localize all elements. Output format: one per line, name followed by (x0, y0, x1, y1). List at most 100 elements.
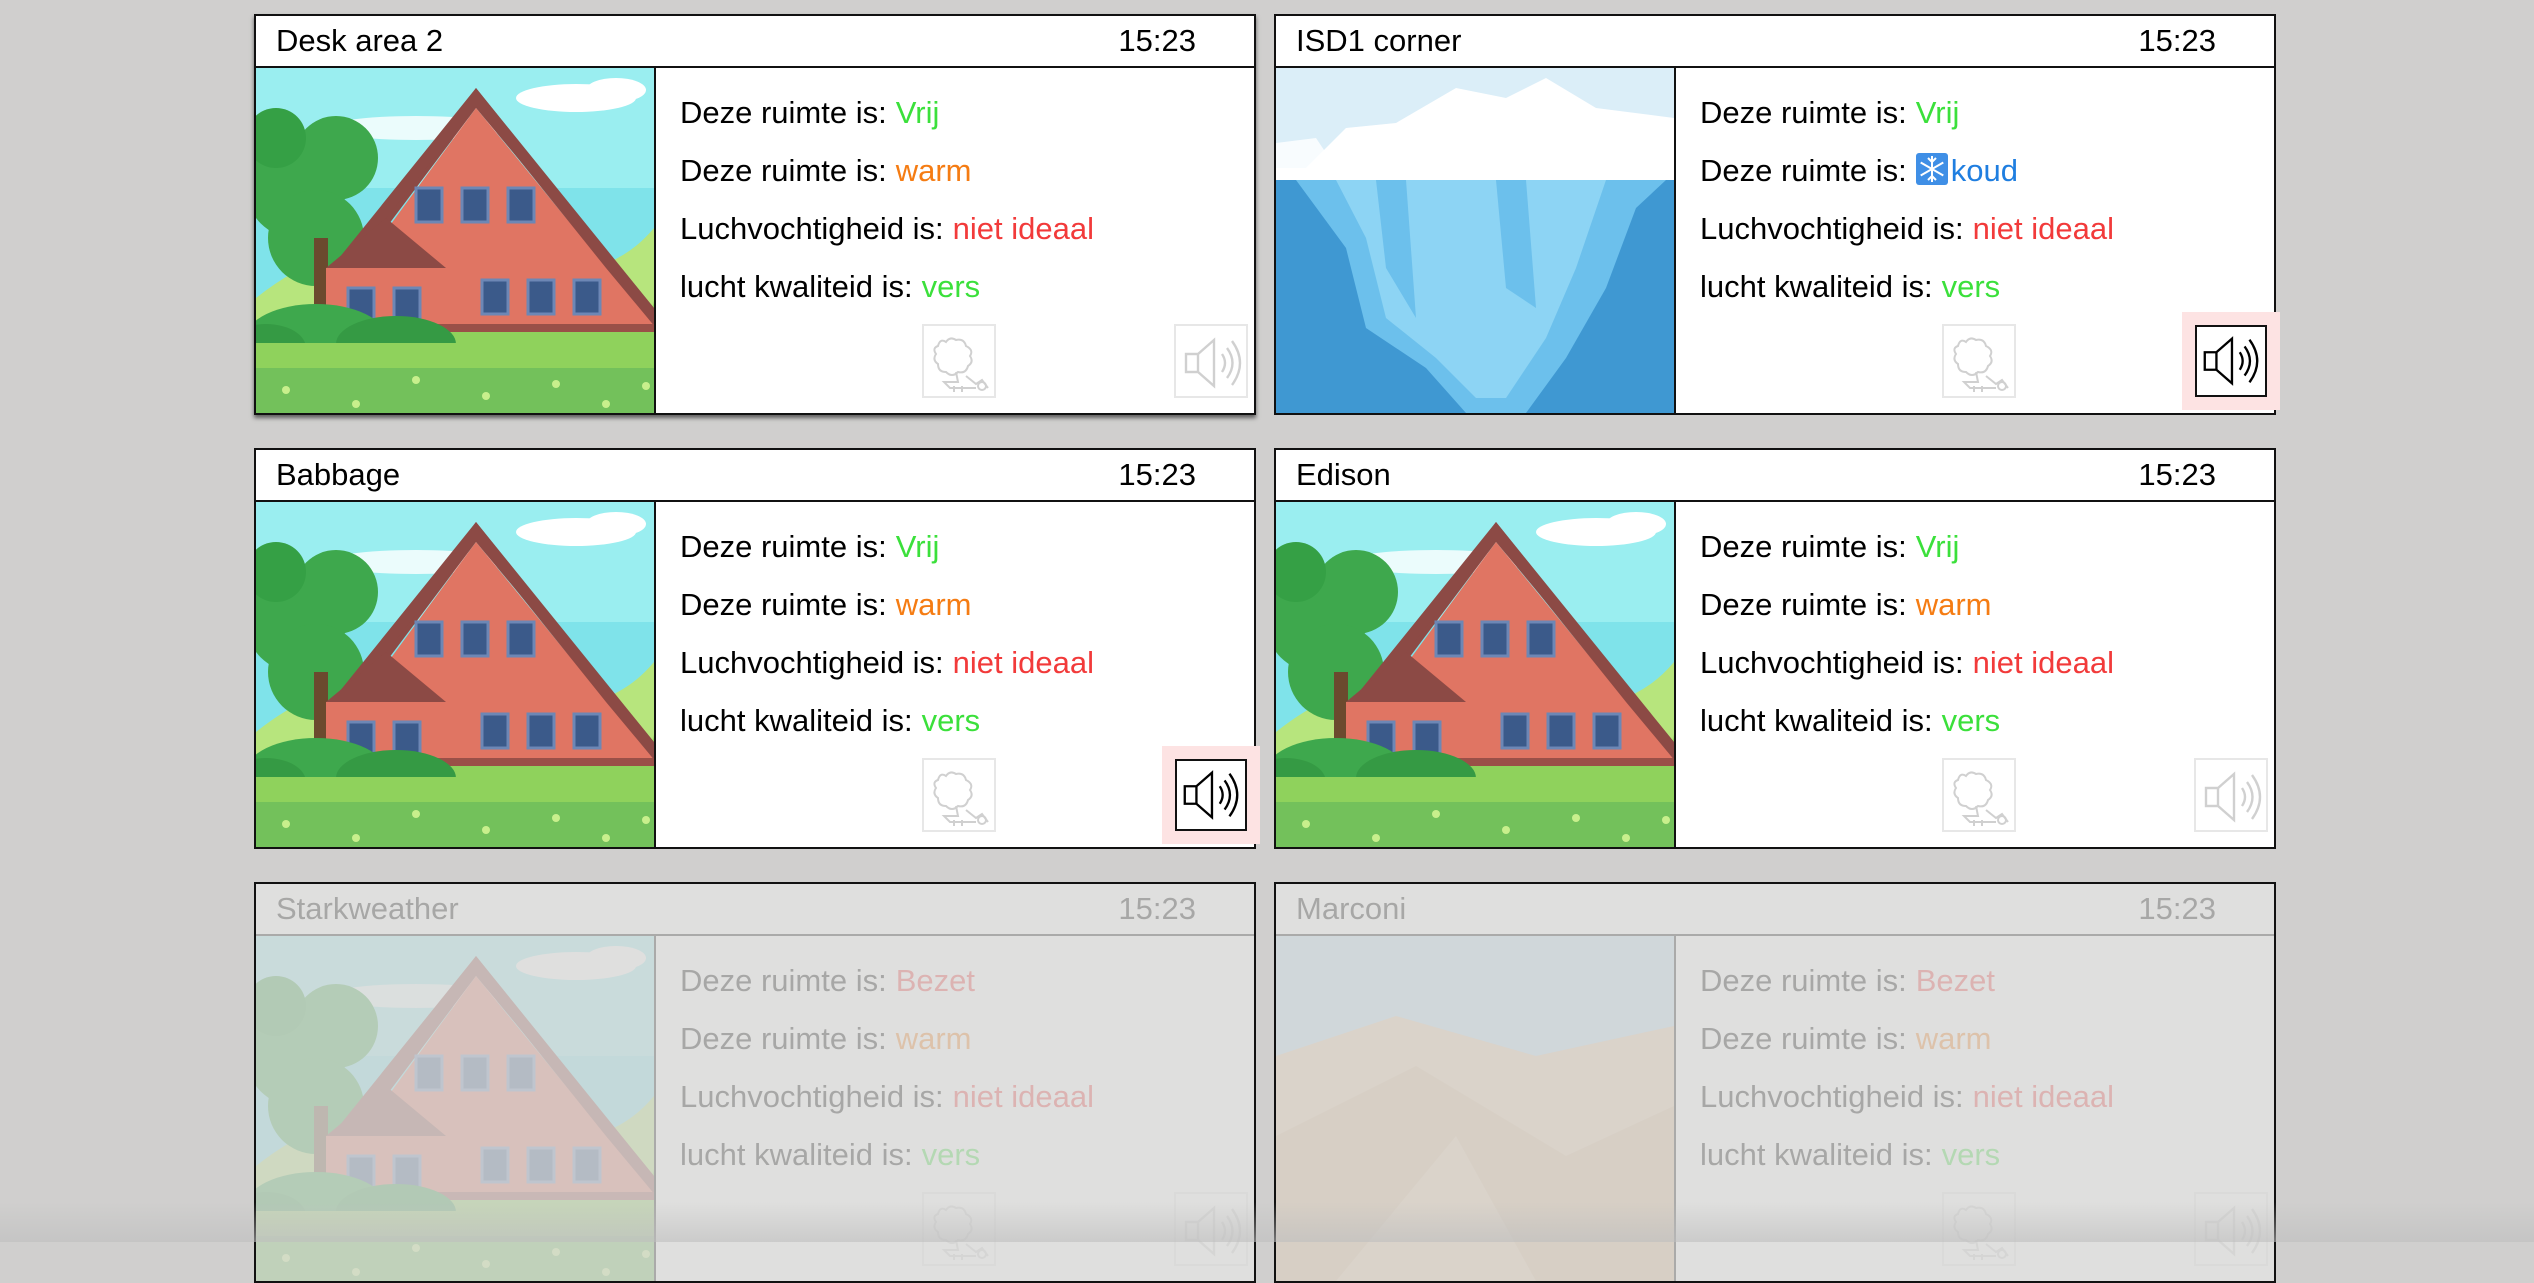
sound-button[interactable] (2194, 758, 2268, 832)
cleaning-button[interactable] (1942, 324, 2016, 398)
status-value: vers (921, 703, 981, 738)
status-line: Luchvochtigheid is: niet ideaal (680, 644, 1094, 702)
status-line: Deze ruimte is: warm (1700, 586, 2114, 644)
sound-button[interactable] (2182, 312, 2280, 410)
status-line: lucht kwaliteid is: vers (680, 268, 1094, 326)
cleaning-button[interactable] (1942, 758, 2016, 832)
cleaning-robot-icon (924, 326, 998, 400)
house-illustration (1276, 502, 1676, 847)
status-line: Luchvochtigheid is: niet ideaal (1700, 210, 2114, 268)
room-title: Starkweather (276, 891, 459, 926)
status-label: Luchvochtigheid is: (1700, 645, 1964, 680)
status-label: Deze ruimte is: (680, 587, 887, 622)
status-line: Deze ruimte is: Vrij (680, 528, 1094, 586)
status-value: Vrij (1915, 95, 1960, 130)
status-label: Deze ruimte is: (1700, 95, 1907, 130)
status-value: vers (1941, 1137, 2001, 1172)
status-label: Deze ruimte is: (680, 529, 887, 564)
house-illustration (256, 68, 656, 413)
status-value: Bezet (1915, 963, 1996, 998)
room-status: Deze ruimte is: Bezet Deze ruimte is: warm L… (1700, 962, 2114, 1194)
status-line: lucht kwaliteid is: vers (1700, 1136, 2114, 1194)
status-value: niet ideaal (952, 645, 1095, 680)
speaker-icon (2195, 325, 2267, 397)
room-status: Deze ruimte is: Vrij Deze ruimte is: warm Lu… (1700, 528, 2114, 760)
card-header: Edison 15:23 (1276, 450, 2274, 502)
status-value: Bezet (895, 963, 976, 998)
status-label: Deze ruimte is: (680, 95, 887, 130)
room-card-isd1-corner[interactable]: ISD1 corner 15:23 Deze ruimte is: Vrij Deze … (1274, 14, 2280, 415)
speaker-icon (1176, 326, 1250, 400)
room-time: 15:23 (2138, 891, 2216, 926)
status-label: Luchvochtigheid is: (1700, 1079, 1964, 1114)
room-title: ISD1 corner (1296, 23, 1462, 58)
status-value: Vrij (895, 529, 940, 564)
status-line: Deze ruimte is: warm (680, 1020, 1094, 1078)
room-card-babbage[interactable]: Babbage 15:23 Deze ruimte is: Vrij Deze ruim… (254, 448, 1260, 849)
status-line: Deze ruimte is: warm (1700, 1020, 2114, 1078)
room-time: 15:23 (1118, 457, 1196, 492)
status-value: vers (1941, 703, 2001, 738)
cleaning-robot-icon (924, 760, 998, 834)
status-value: warm (895, 1021, 972, 1056)
room-title: Edison (1296, 457, 1391, 492)
status-value: koud (1950, 153, 2018, 188)
room-time: 15:23 (2138, 23, 2216, 58)
status-value: niet ideaal (952, 211, 1095, 246)
status-line: Luchvochtigheid is: niet ideaal (1700, 1078, 2114, 1136)
status-value: niet ideaal (952, 1079, 1095, 1114)
status-label: lucht kwaliteid is: (1700, 1137, 1933, 1172)
status-value: vers (921, 1137, 981, 1172)
cleaning-robot-icon (1944, 326, 2018, 400)
status-label: Deze ruimte is: (680, 1021, 887, 1056)
cleaning-robot-icon (1944, 760, 2018, 834)
status-line: Deze ruimte is: Vrij (1700, 528, 2114, 586)
room-status: Deze ruimte is: Vrij Deze ruimte is: warm Lu… (680, 94, 1094, 326)
status-line: Luchvochtigheid is: niet ideaal (1700, 644, 2114, 702)
status-value: vers (1941, 269, 2001, 304)
card-header: Babbage 15:23 (256, 450, 1254, 502)
status-line: Luchvochtigheid is: niet ideaal (680, 210, 1094, 268)
status-line: Deze ruimte is: warm (680, 152, 1094, 210)
status-line: Deze ruimte is: warm (680, 586, 1094, 644)
cleaning-button[interactable] (922, 324, 996, 398)
status-label: Deze ruimte is: (1700, 963, 1907, 998)
status-label: Deze ruimte is: (680, 963, 887, 998)
sound-button[interactable] (1162, 746, 1260, 844)
cleaning-button[interactable] (922, 758, 996, 832)
status-line: lucht kwaliteid is: vers (1700, 702, 2114, 760)
speaker-icon (2196, 760, 2270, 834)
status-label: lucht kwaliteid is: (1700, 703, 1933, 738)
status-line: lucht kwaliteid is: vers (680, 702, 1094, 760)
status-line: lucht kwaliteid is: vers (1700, 268, 2114, 326)
iceberg-illustration (1276, 68, 1676, 413)
status-label: Deze ruimte is: (680, 153, 887, 188)
status-label: lucht kwaliteid is: (680, 269, 913, 304)
status-value: vers (921, 269, 981, 304)
status-value: Vrij (895, 95, 940, 130)
room-title: Babbage (276, 457, 401, 492)
room-time: 15:23 (1118, 891, 1196, 926)
status-line: Deze ruimte is: Vrij (680, 94, 1094, 152)
status-label: Deze ruimte is: (1700, 587, 1907, 622)
status-value: niet ideaal (1972, 645, 2115, 680)
sound-button[interactable] (1174, 324, 1248, 398)
bottom-shadow (0, 1202, 2534, 1242)
status-line: Deze ruimte is: Vrij (1700, 94, 2114, 152)
status-label: Deze ruimte is: (1700, 153, 1907, 188)
status-label: Luchvochtigheid is: (680, 1079, 944, 1114)
card-header: Desk area 2 15:23 (256, 16, 1254, 68)
status-line: Deze ruimte is: Bezet (680, 962, 1094, 1020)
room-card-edison[interactable]: Edison 15:23 Deze ruimte is: Vrij Deze ruimt… (1274, 448, 2276, 849)
house-illustration (256, 502, 656, 847)
status-value: niet ideaal (1972, 211, 2115, 246)
status-line: lucht kwaliteid is: vers (680, 1136, 1094, 1194)
room-title: Marconi (1296, 891, 1407, 926)
status-label: Deze ruimte is: (1700, 529, 1907, 564)
room-card-desk-area-2[interactable]: Desk area 2 15:23 Deze ruimte is: Vrij Deze … (254, 14, 1256, 415)
status-label: lucht kwaliteid is: (680, 1137, 913, 1172)
status-value: niet ideaal (1972, 1079, 2115, 1114)
room-time: 15:23 (2138, 457, 2216, 492)
card-header: Starkweather 15:23 (256, 884, 1254, 936)
status-label: Luchvochtigheid is: (680, 645, 944, 680)
